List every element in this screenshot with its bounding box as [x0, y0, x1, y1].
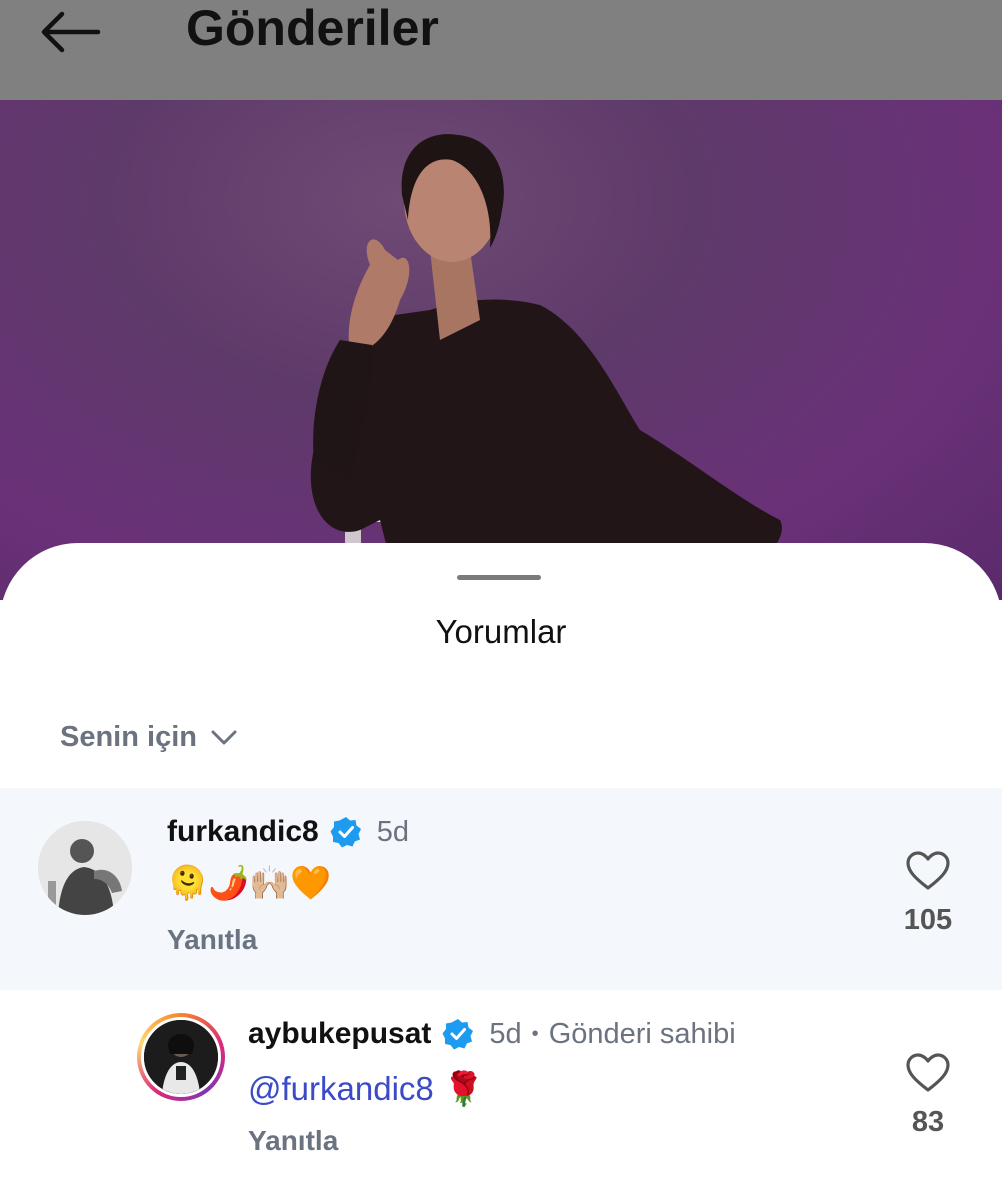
post-image[interactable] — [0, 100, 1002, 600]
username[interactable]: furkandic8 — [167, 815, 319, 849]
avatar-image — [144, 1020, 218, 1094]
post-photo-illustration — [310, 134, 782, 600]
comment-time: 5d — [376, 815, 409, 848]
avatar-image — [38, 821, 132, 915]
avatar[interactable] — [141, 1017, 221, 1097]
comment-row: furkandic8 5d 🫠🌶️🙌🏼🧡 Yanıtla 105 — [0, 788, 1002, 990]
verified-badge-icon — [442, 1019, 474, 1050]
mention-link[interactable]: @furkandic8 — [248, 1070, 434, 1107]
avatar[interactable] — [38, 821, 132, 915]
like-control: 105 — [898, 850, 958, 937]
separator-dot: • — [531, 1022, 539, 1045]
page-title: Gönderiler — [186, 0, 439, 56]
back-button[interactable] — [38, 8, 102, 56]
arrow-left-icon — [41, 11, 101, 53]
verified-badge-icon — [330, 817, 361, 848]
reply-comment-row: aybukepusat 5d • Gönderi sahibi @furkand… — [0, 990, 1002, 1200]
comment-time: 5d — [489, 1017, 522, 1050]
sort-label: Senin için — [60, 721, 197, 753]
username[interactable]: aybukepusat — [248, 1017, 431, 1051]
like-count: 83 — [911, 1106, 945, 1138]
chevron-down-icon — [211, 730, 237, 744]
sheet-title: Yorumlar — [435, 613, 567, 650]
comment-header: furkandic8 5d — [167, 815, 409, 849]
like-control: 83 — [898, 1052, 958, 1139]
comment-header: aybukepusat 5d • Gönderi sahibi — [248, 1017, 736, 1051]
like-count: 105 — [903, 904, 953, 936]
comments-sheet: Yorumlar Senin için furkandic8 5d 🫠🌶️🙌🏼🧡… — [0, 543, 1002, 1200]
heart-icon[interactable] — [905, 850, 951, 892]
sheet-drag-handle[interactable] — [457, 575, 541, 580]
sort-dropdown[interactable]: Senin için — [60, 721, 237, 754]
comment-text: 🫠🌶️🙌🏼🧡 — [167, 864, 332, 901]
heart-icon[interactable] — [905, 1052, 951, 1094]
top-bar: Gönderiler — [0, 0, 1002, 100]
post-owner-label: Gönderi sahibi — [548, 1017, 736, 1050]
comment-text: @furkandic8 🌹 — [248, 1070, 484, 1109]
comment-emoji: 🌹 — [442, 1070, 485, 1107]
reply-button[interactable]: Yanıtla — [248, 1125, 338, 1157]
reply-button[interactable]: Yanıtla — [167, 924, 257, 956]
